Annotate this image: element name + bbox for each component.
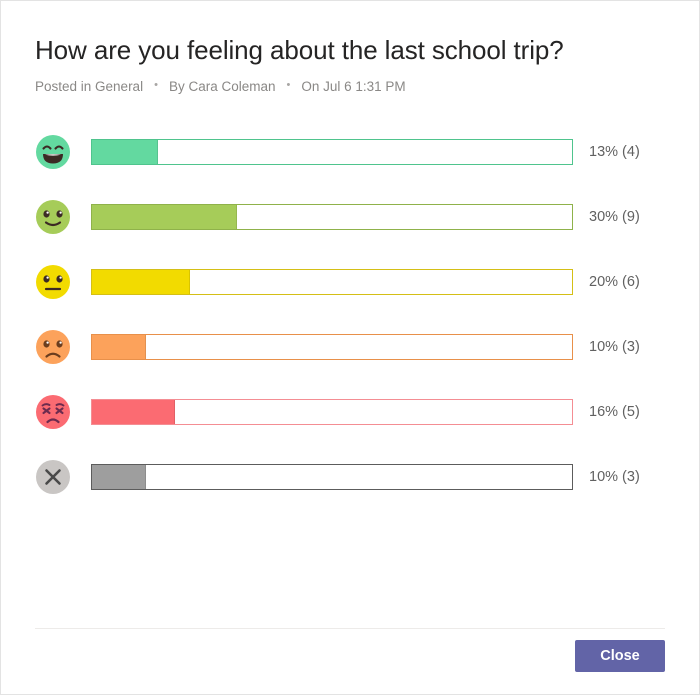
poll-header: How are you feeling about the last schoo… bbox=[1, 1, 699, 94]
no-response-icon bbox=[36, 459, 70, 494]
poll-bar-fill bbox=[92, 334, 146, 359]
poll-percentage-label: 13% (4) bbox=[589, 143, 640, 160]
frowning-face-icon bbox=[36, 329, 70, 364]
poll-bar-track bbox=[91, 463, 573, 490]
poll-percentage-label: 30% (9) bbox=[589, 208, 640, 225]
neutral-face-icon bbox=[36, 264, 70, 299]
distressed-face-icon bbox=[36, 394, 70, 429]
grinning-face-icon bbox=[36, 134, 70, 169]
slightly-smiling-face-icon bbox=[36, 199, 70, 234]
close-button[interactable]: Close bbox=[575, 640, 665, 672]
footer-divider bbox=[35, 628, 665, 629]
poll-bar-fill bbox=[92, 204, 237, 229]
poll-results-card: How are you feeling about the last schoo… bbox=[0, 0, 700, 695]
poll-bar-track bbox=[91, 203, 573, 230]
poll-bar-track-wrapper bbox=[91, 463, 573, 490]
poll-results-list: 13% (4) 30% (9) 20% (6) 10% (3) 16% (5) 10% (… bbox=[1, 119, 699, 509]
poll-footer: Close bbox=[35, 640, 665, 672]
poll-option-row: 30% (9) bbox=[35, 184, 665, 249]
poll-author-label: By Cara Coleman bbox=[168, 79, 276, 95]
poll-bar-track bbox=[91, 398, 573, 425]
poll-meta: Posted in General • By Cara Coleman • On… bbox=[35, 79, 665, 94]
poll-bar-fill bbox=[92, 269, 191, 294]
poll-date-label: On Jul 6 1:31 PM bbox=[301, 79, 406, 95]
poll-option-row: 10% (3) bbox=[35, 314, 665, 379]
poll-option-row: 20% (6) bbox=[35, 249, 665, 314]
poll-bar-fill bbox=[92, 399, 175, 424]
poll-percentage-label: 20% (6) bbox=[589, 273, 640, 290]
poll-bar-track-wrapper bbox=[91, 268, 573, 295]
meta-separator-dot-icon: • bbox=[286, 79, 291, 92]
poll-bar-track bbox=[91, 333, 573, 360]
poll-bar-track-wrapper bbox=[91, 333, 573, 360]
poll-percentage-label: 10% (3) bbox=[589, 468, 640, 485]
poll-option-row: 16% (5) bbox=[35, 379, 665, 444]
poll-bar-track bbox=[91, 138, 573, 165]
meta-separator-dot-icon: • bbox=[154, 79, 158, 92]
page-title: How are you feeling about the last schoo… bbox=[35, 35, 564, 65]
poll-bar-track-wrapper bbox=[91, 398, 573, 425]
poll-bar-fill bbox=[92, 464, 146, 489]
poll-bar-track bbox=[91, 268, 573, 295]
poll-option-row: 13% (4) bbox=[35, 119, 665, 184]
poll-percentage-label: 16% (5) bbox=[589, 403, 640, 420]
poll-option-row: 10% (3) bbox=[35, 444, 665, 509]
poll-percentage-label: 10% (3) bbox=[589, 338, 640, 355]
poll-bar-track-wrapper bbox=[91, 203, 573, 230]
posted-in-label: Posted in General bbox=[35, 79, 144, 95]
poll-bar-track-wrapper bbox=[91, 138, 573, 165]
poll-bar-fill bbox=[92, 139, 158, 164]
